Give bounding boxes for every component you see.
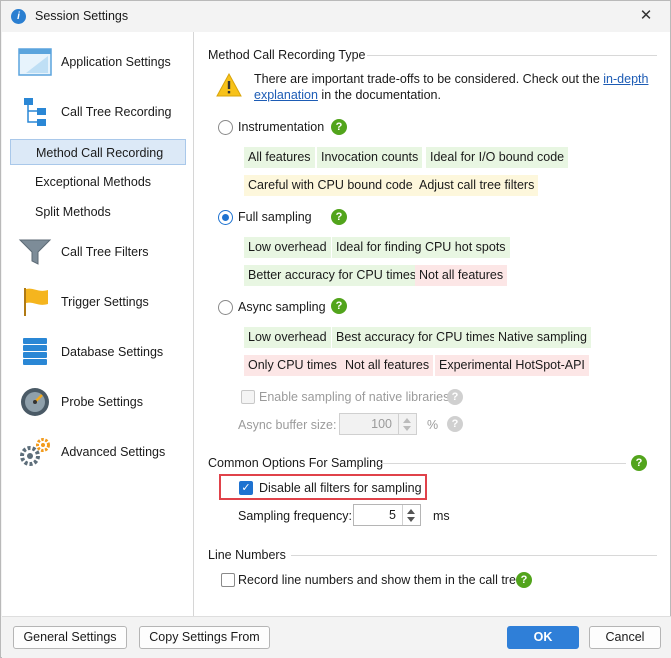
sidebar-item-advanced-settings[interactable]: Advanced Settings (2, 432, 193, 472)
native-libraries-help-icon[interactable]: ? (447, 389, 463, 405)
async-buffer-stepper[interactable] (398, 414, 416, 434)
sidebar-item-trigger-settings[interactable]: Trigger Settings (2, 282, 193, 322)
warning-text-end: in the documentation. (317, 88, 441, 102)
tag-low-overhead: Low overhead (244, 327, 331, 348)
instrumentation-help-icon[interactable]: ? (331, 119, 347, 135)
settings-sidebar: Application Settings Call Tree Recording… (2, 32, 194, 616)
sidebar-item-label: Advanced Settings (61, 445, 166, 459)
async-buffer-value: 100 (371, 417, 392, 431)
sidebar-item-application-settings[interactable]: Application Settings (2, 42, 193, 82)
tag-best-accuracy-cpu: Best accuracy for CPU times (332, 327, 500, 348)
section-divider (380, 463, 626, 464)
tag-invocation-counts: Invocation counts (317, 147, 423, 168)
copy-settings-from-button[interactable]: Copy Settings From (139, 626, 270, 649)
warning-message: There are important trade-offs to be con… (254, 71, 654, 103)
async-sampling-radio[interactable] (218, 300, 233, 315)
tag-native-sampling: Native sampling (494, 327, 591, 348)
tag-all-features: All features (244, 147, 315, 168)
record-line-numbers-checkbox[interactable] (221, 573, 235, 587)
line-numbers-section-title: Line Numbers (208, 548, 286, 562)
sidebar-item-database-settings[interactable]: Database Settings (2, 332, 193, 372)
native-libraries-checkbox[interactable] (241, 390, 255, 404)
sidebar-item-label: Application Settings (61, 55, 171, 69)
instrumentation-radio[interactable] (218, 120, 233, 135)
cancel-button[interactable]: Cancel (589, 626, 661, 649)
full-sampling-label[interactable]: Full sampling (238, 210, 312, 224)
full-sampling-help-icon[interactable]: ? (331, 209, 347, 225)
sidebar-item-probe-settings[interactable]: Probe Settings (2, 382, 193, 422)
sidebar-item-method-call-recording[interactable]: Method Call Recording (10, 139, 186, 165)
gauge-icon (21, 388, 49, 416)
async-sampling-label[interactable]: Async sampling (238, 300, 326, 314)
ok-button[interactable]: OK (507, 626, 579, 649)
tag-adjust-call-tree-filters: Adjust call tree filters (415, 175, 539, 196)
record-line-numbers-label[interactable]: Record line numbers and show them in the… (238, 573, 523, 587)
common-options-section-title: Common Options For Sampling (208, 456, 384, 470)
tag-ideal-cpu-hot-spots: Ideal for finding CPU hot spots (332, 237, 510, 258)
tag-low-overhead: Low overhead (244, 237, 331, 258)
sidebar-item-label: Call Tree Recording (61, 105, 172, 119)
common-options-help-icon[interactable]: ? (631, 455, 647, 471)
stepper-down-icon[interactable] (403, 426, 411, 431)
sidebar-item-label: Probe Settings (61, 395, 143, 409)
funnel-icon (18, 239, 52, 265)
flag-icon (24, 288, 48, 316)
native-libraries-label: Enable sampling of native libraries (259, 390, 450, 404)
app-icon: i (11, 9, 26, 24)
sampling-frequency-value[interactable]: 5 (389, 508, 396, 522)
tag-experimental-hotspot-api: Experimental HotSpot-API (435, 355, 589, 376)
sampling-frequency-label: Sampling frequency: (238, 509, 352, 523)
disable-filters-label[interactable]: Disable all filters for sampling (259, 481, 422, 495)
gears-icon (20, 438, 50, 466)
window-title: Session Settings (35, 9, 129, 23)
session-settings-dialog: i Session Settings ✕ Application Setting… (0, 0, 671, 658)
tag-not-all-features: Not all features (415, 265, 508, 286)
tag-only-cpu-times: Only CPU times (244, 355, 341, 376)
section-divider (291, 555, 657, 556)
instrumentation-label[interactable]: Instrumentation (238, 120, 324, 134)
tree-icon (24, 98, 46, 126)
warning-text: There are important trade-offs to be con… (254, 72, 604, 86)
general-settings-button[interactable]: General Settings (13, 626, 127, 649)
async-buffer-help-icon[interactable]: ? (447, 416, 463, 432)
sidebar-item-label: Method Call Recording (36, 146, 164, 160)
sidebar-item-label: Database Settings (61, 345, 164, 359)
async-buffer-unit: % (427, 418, 439, 432)
sidebar-item-label: Trigger Settings (61, 295, 149, 309)
sampling-frequency-spinner[interactable]: 5 (353, 504, 421, 526)
tag-not-all-features: Not all features (341, 355, 434, 376)
method-call-section-title: Method Call Recording Type (208, 48, 366, 62)
disable-filters-checkbox[interactable]: ✓ (239, 481, 253, 495)
sidebar-item-label: Exceptional Methods (35, 175, 152, 189)
async-sampling-help-icon[interactable]: ? (331, 298, 347, 314)
tag-ideal-io-bound: Ideal for I/O bound code (426, 147, 569, 168)
stepper-up-icon[interactable] (407, 509, 415, 514)
warning-icon (216, 73, 242, 97)
title-bar: i Session Settings ✕ (1, 1, 670, 32)
sidebar-item-split-methods[interactable]: Split Methods (10, 199, 186, 225)
section-divider (367, 55, 657, 56)
sampling-frequency-stepper[interactable] (402, 505, 420, 525)
full-sampling-radio[interactable] (218, 210, 233, 225)
sampling-frequency-unit: ms (433, 509, 450, 523)
window-icon (18, 48, 52, 76)
async-buffer-spinner[interactable]: 100 (339, 413, 417, 435)
sidebar-item-exceptional-methods[interactable]: Exceptional Methods (10, 169, 186, 195)
close-icon[interactable]: ✕ (636, 6, 656, 26)
async-buffer-label: Async buffer size: (238, 418, 337, 432)
sidebar-item-label: Split Methods (35, 205, 111, 219)
sidebar-item-call-tree-recording[interactable]: Call Tree Recording (2, 92, 193, 132)
sidebar-item-call-tree-filters[interactable]: Call Tree Filters (2, 232, 193, 272)
tag-careful-cpu-bound: Careful with CPU bound code (244, 175, 417, 196)
stepper-down-icon[interactable] (407, 517, 415, 522)
line-numbers-help-icon[interactable]: ? (516, 572, 532, 588)
dialog-footer: General Settings Copy Settings From OK C… (2, 616, 671, 658)
stepper-up-icon[interactable] (403, 418, 411, 423)
sidebar-item-label: Call Tree Filters (61, 245, 149, 259)
settings-main-panel: Method Call Recording Type There are imp… (194, 32, 670, 616)
database-icon (23, 338, 47, 365)
tag-better-accuracy-cpu: Better accuracy for CPU times (244, 265, 421, 286)
